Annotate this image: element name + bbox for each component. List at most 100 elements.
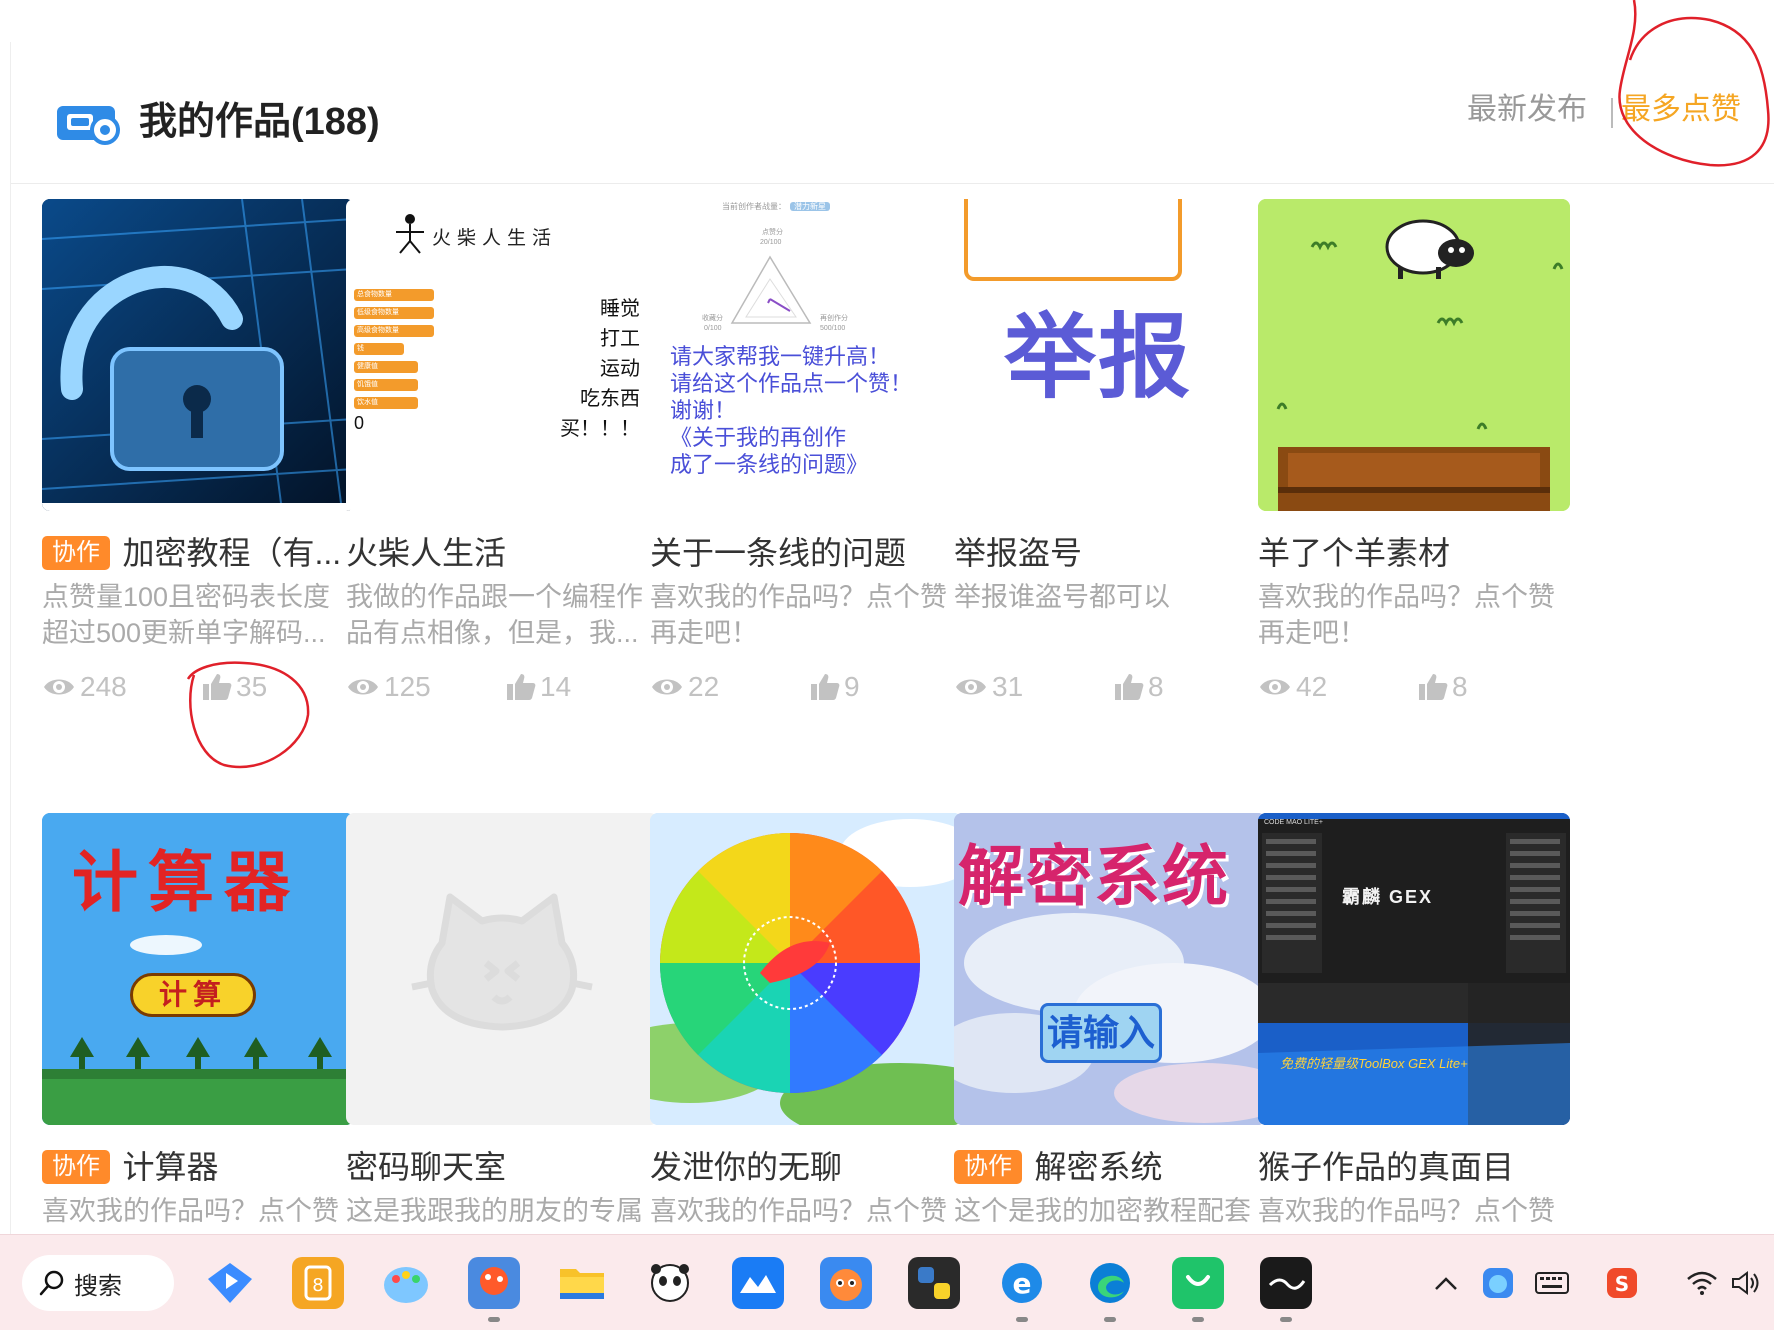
thumbs-up-icon: [811, 674, 840, 700]
work-thumbnail-lock[interactable]: [42, 199, 354, 511]
work-description: 喜欢我的作品吗？点个赞再走吧！: [650, 582, 947, 648]
tray-app-codemao-icon[interactable]: [1478, 1261, 1518, 1305]
like-count[interactable]: 8: [1418, 669, 1468, 705]
svg-text:8: 8: [312, 1275, 323, 1296]
work-title[interactable]: 举报盗号: [954, 533, 1082, 573]
collab-badge: 协作: [954, 1150, 1022, 1184]
work-title-row[interactable]: 猴子作品的真面目: [1258, 1147, 1570, 1187]
work-title[interactable]: 解密系统: [1034, 1147, 1162, 1187]
taskbar-app-codemao-icon[interactable]: [820, 1257, 872, 1309]
tray-keyboard-icon[interactable]: [1532, 1261, 1572, 1305]
works-folder-icon: [57, 106, 120, 145]
work-stats: 125 14: [346, 669, 658, 705]
thumb-monkey-center: 霸麟 GEX: [1342, 887, 1434, 907]
like-count[interactable]: 8: [1114, 669, 1164, 705]
view-count: 31: [954, 669, 1023, 705]
work-title-row[interactable]: 羊了个羊素材: [1258, 533, 1570, 573]
work-title[interactable]: 关于一条线的问题: [650, 533, 906, 573]
view-count: 42: [1258, 669, 1327, 705]
works-header: 我的作品(188) 最新发布 最多点赞: [11, 42, 1774, 184]
work-description: 这是我跟我的朋友的专属: [346, 1196, 643, 1226]
work-thumbnail-line[interactable]: 当前创作者战量： 潜力新星 点赞分 20/100 收藏分 0/100 再创作分 5…: [650, 199, 962, 511]
work-thumbnail-monkey[interactable]: CODE MAO LITE+ 霸麟 GEX 免费的轻量级ToolBox GEX …: [1258, 813, 1570, 1125]
taskbar-app-kuaishou-icon[interactable]: [204, 1257, 256, 1309]
work-title-row[interactable]: 发泄你的无聊: [650, 1147, 962, 1187]
work-title-row[interactable]: 关于一条线的问题: [650, 533, 962, 573]
work-title-row[interactable]: 密码聊天室: [346, 1147, 658, 1187]
work-title[interactable]: 火柴人生活: [346, 533, 506, 573]
work-title-row[interactable]: 协作 加密教程（有...: [42, 533, 354, 573]
taskbar-app-python-icon[interactable]: [908, 1257, 960, 1309]
thumbs-up-icon: [1115, 674, 1144, 700]
collab-badge: 协作: [42, 1150, 110, 1184]
work-thumbnail-calculator[interactable]: 计算器 计算: [42, 813, 354, 1125]
work-description: 点赞量100且密码表长度超过500更新单字解码...: [42, 582, 331, 648]
work-stats: 31 8: [954, 669, 1266, 705]
thumb-monkey-footer: 免费的轻量级ToolBox GEX Lite+: [1280, 1056, 1468, 1071]
view-count: 125: [346, 669, 431, 705]
eye-icon: [348, 679, 378, 695]
work-stats: 248 35: [42, 669, 354, 705]
work-description: 举报谁盗号都可以: [954, 582, 1170, 612]
collab-badge: 协作: [42, 536, 110, 570]
taskbar-app-panda-icon[interactable]: [644, 1257, 696, 1309]
work-title[interactable]: 计算器: [122, 1147, 218, 1187]
thumb-decrypt-input: 请输入: [1040, 1003, 1162, 1063]
work-thumbnail-placeholder[interactable]: [346, 813, 658, 1125]
work-thumbnail-report[interactable]: 举报: [954, 199, 1266, 511]
search-icon: [39, 1270, 64, 1296]
work-description: 这个是我的加密教程配套: [954, 1196, 1251, 1226]
tray-sogou-icon[interactable]: S: [1602, 1261, 1642, 1305]
cat-placeholder-icon: [411, 893, 593, 1031]
like-count[interactable]: 9: [810, 669, 860, 705]
work-title[interactable]: 猴子作品的真面目: [1258, 1147, 1514, 1187]
taskbar-app-note-icon[interactable]: 8: [292, 1257, 344, 1309]
tray-volume-icon[interactable]: [1728, 1261, 1764, 1305]
work-title[interactable]: 密码聊天室: [346, 1147, 506, 1187]
work-thumbnail-color-wheel[interactable]: [650, 813, 962, 1125]
work-title[interactable]: 羊了个羊素材: [1258, 533, 1450, 573]
work-description: 喜欢我的作品吗？点个赞: [42, 1196, 339, 1226]
like-count[interactable]: 35: [202, 669, 267, 705]
taskbar-app-paint-icon[interactable]: [380, 1257, 432, 1309]
taskbar-app-game-icon[interactable]: [468, 1257, 520, 1309]
taskbar-app-shop-icon[interactable]: [1172, 1257, 1224, 1309]
taskbar-app-folder-icon[interactable]: [556, 1257, 608, 1309]
tray-overflow-chevron-icon[interactable]: [1428, 1261, 1464, 1305]
work-title-row[interactable]: 协作 解密系统: [954, 1147, 1266, 1187]
view-count: 22: [650, 669, 719, 705]
work-thumbnail-sheep[interactable]: [1258, 199, 1570, 511]
taskbar-app-edge-icon[interactable]: [1084, 1257, 1136, 1309]
sort-latest-button[interactable]: 最新发布: [1467, 86, 1587, 134]
work-thumbnail-stickman[interactable]: 火柴人生活 总食物数量 低级食物数量 高级食物数量 钱 健康值 饥饿值 饮水值 …: [346, 199, 658, 511]
eye-icon: [44, 679, 74, 695]
thumb-line-text: 请大家帮我一键升高！ 请给这个作品点一个赞！ 谢谢！ 《关于我的再创作 成了一条…: [670, 344, 913, 477]
view-count: 248: [42, 669, 127, 705]
taskbar-app-feishu-icon[interactable]: [732, 1257, 784, 1309]
sort-divider: [1611, 98, 1613, 128]
thumbs-up-icon: [203, 674, 232, 700]
eye-icon: [956, 679, 986, 695]
eye-icon: [1260, 679, 1290, 695]
taskbar-search[interactable]: 搜索: [22, 1255, 174, 1311]
taskbar-running-indicator: [1104, 1317, 1116, 1322]
work-title-row[interactable]: 举报盗号: [954, 533, 1266, 573]
taskbar: 搜索 8 e S: [0, 1234, 1774, 1330]
page-title: 我的作品(188): [139, 101, 380, 143]
work-stats: 42 8: [1258, 669, 1570, 705]
tray-wifi-icon[interactable]: [1684, 1261, 1720, 1305]
svg-text:e: e: [1013, 1267, 1032, 1300]
taskbar-app-ie-icon[interactable]: e: [996, 1257, 1048, 1309]
eye-icon: [652, 679, 682, 695]
taskbar-app-terminal-icon[interactable]: [1260, 1257, 1312, 1309]
work-title-row[interactable]: 火柴人生活: [346, 533, 658, 573]
thumb-calc-title: 计算器: [72, 843, 300, 921]
work-title[interactable]: 加密教程（有...: [122, 533, 341, 573]
like-count[interactable]: 14: [506, 669, 571, 705]
work-title-row[interactable]: 协作 计算器: [42, 1147, 354, 1187]
work-thumbnail-decrypt[interactable]: 解密系统 请输入: [954, 813, 1266, 1125]
sort-most-liked-button[interactable]: 最多点赞: [1621, 86, 1741, 134]
thumb-stickman-menu: 睡觉 打工 运动 吃东西 买！！！: [560, 296, 640, 440]
work-title[interactable]: 发泄你的无聊: [650, 1147, 842, 1187]
work-description: 喜欢我的作品吗？点个赞: [650, 1196, 947, 1226]
